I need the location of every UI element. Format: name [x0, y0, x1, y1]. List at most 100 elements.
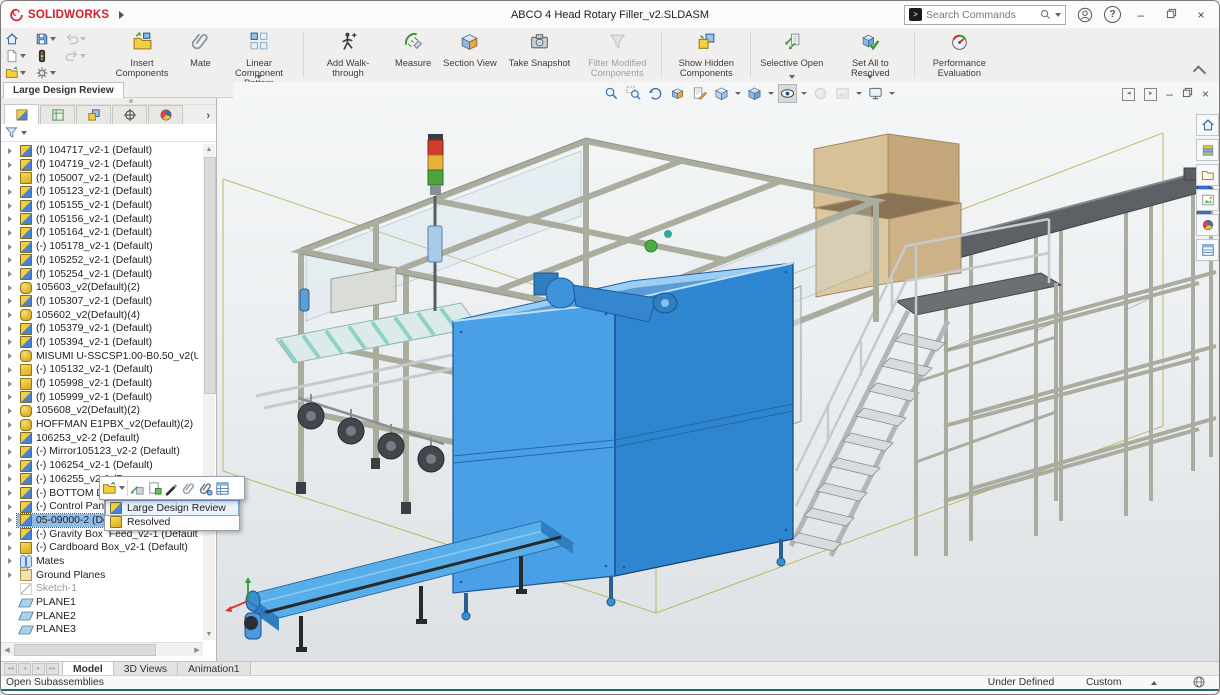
blue-cabinet[interactable] — [452, 262, 794, 621]
expand-arrow-icon[interactable] — [8, 312, 12, 319]
scroll-right-icon[interactable]: ▶ — [191, 643, 203, 656]
last-tab-icon[interactable]: ▸▸ — [46, 663, 59, 675]
tree-item[interactable]: (f) 105307_v2-1 (Default) — [1, 295, 201, 309]
tree-item[interactable]: (f) 105123_v2-1 (Default) — [1, 185, 201, 199]
tree-item[interactable]: (f) 105164_v2-1 (Default) — [1, 226, 201, 240]
expand-arrow-icon[interactable] — [8, 353, 12, 360]
performance-evaluation-button[interactable]: Performance Evaluation — [918, 28, 1000, 82]
tree-item[interactable]: (f) 104719_v2-1 (Default) — [1, 158, 201, 172]
home-button[interactable] — [5, 32, 35, 46]
view-settings-caret[interactable] — [889, 92, 895, 95]
first-tab-icon[interactable]: ◂◂ — [4, 663, 17, 675]
add-walkth rough-button[interactable]: Add Walk-through — [307, 28, 389, 82]
doc-minimize-icon[interactable]: – — [1166, 87, 1173, 101]
expand-arrow-icon[interactable] — [8, 462, 12, 469]
expand-arrow-icon[interactable] — [8, 476, 12, 483]
zoom-to-area-icon[interactable] — [624, 84, 643, 103]
close-button[interactable]: × — [1191, 8, 1211, 22]
tree-item[interactable]: Mates — [1, 555, 201, 569]
view-orientation-icon[interactable] — [712, 84, 731, 103]
menu-expand-icon[interactable] — [119, 10, 125, 19]
tree-item[interactable]: (-) 106254_v2-1 (Default) — [1, 459, 201, 473]
tab-model[interactable]: Model — [62, 662, 114, 676]
tree-item[interactable]: (-) 105132_v2-1 (Default) — [1, 363, 201, 377]
view-settings-icon[interactable] — [866, 84, 885, 103]
mates-group-icon[interactable] — [198, 481, 213, 496]
set-all-to-resolved-button[interactable]: Set All to Resolved — [829, 28, 911, 82]
expand-arrow-icon[interactable] — [8, 161, 12, 168]
tree-item[interactable]: PLANE3 — [1, 623, 201, 637]
tree-item[interactable]: (f) 105252_v2-1 (Default) — [1, 254, 201, 268]
tree-item[interactable]: 105603_v2(Default)(2) — [1, 281, 201, 295]
selective-open-button[interactable]: Selective Open — [754, 28, 829, 82]
tree-item[interactable]: PLANE2 — [1, 609, 201, 623]
graphics-viewport[interactable]: ◂ ▸ – × — [216, 82, 1220, 661]
tree-filter-bar[interactable] — [1, 124, 216, 142]
open-folder-icon[interactable] — [102, 480, 117, 496]
tab-dimxpertmanager[interactable] — [112, 105, 147, 124]
linear-component-pattern-button[interactable]: Linear Component Pattern — [218, 28, 300, 88]
next-tab-icon[interactable]: ▸ — [32, 663, 45, 675]
vertical-scroll-thumb[interactable] — [204, 157, 216, 394]
display-style-caret[interactable] — [768, 92, 774, 95]
virtual-component-icon[interactable] — [147, 481, 162, 496]
minimize-button[interactable]: – — [1131, 8, 1151, 22]
pane-left-icon[interactable]: ◂ — [1122, 87, 1136, 101]
expand-arrow-icon[interactable] — [8, 175, 12, 182]
design-library-icon[interactable] — [1196, 139, 1219, 161]
menu-item-large-design-review[interactable]: Large Design Review — [105, 500, 239, 516]
discharge-conveyor[interactable] — [244, 520, 575, 652]
expand-arrow-icon[interactable] — [8, 147, 12, 154]
search-commands-box[interactable]: > Search Commands — [904, 4, 1066, 25]
tree-item[interactable]: (f) 105155_v2-1 (Default) — [1, 199, 201, 213]
doc-close-icon[interactable]: × — [1202, 87, 1209, 101]
scroll-left-icon[interactable]: ◀ — [1, 643, 13, 656]
tree-item[interactable]: 106253_v2-2 (Default) — [1, 431, 201, 445]
view-palette-icon[interactable] — [1196, 189, 1219, 211]
tree-item[interactable]: 105602_v2(Default)(4) — [1, 308, 201, 322]
viewport-3d-scene[interactable] — [216, 82, 1220, 661]
filter-caret[interactable] — [21, 130, 27, 135]
set-resolved-icon[interactable] — [130, 481, 145, 496]
expand-arrow-icon[interactable] — [8, 366, 12, 373]
tree-vertical-scrollbar[interactable]: ▲ ▼ — [203, 144, 216, 640]
collapse-ribbon-icon[interactable] — [1192, 65, 1207, 79]
custom-properties-icon[interactable] — [1196, 239, 1219, 261]
tab-large-design-review[interactable]: Large Design Review — [3, 82, 124, 98]
hide-show-items-caret[interactable] — [801, 92, 807, 95]
horizontal-scroll-thumb[interactable] — [14, 644, 156, 656]
hide-show-items-eye-icon[interactable] — [778, 84, 797, 103]
menu-item-resolved[interactable]: Resolved — [106, 515, 238, 529]
scroll-up-icon[interactable]: ▲ — [203, 144, 215, 155]
search-input[interactable]: Search Commands — [926, 9, 1036, 21]
tree-item[interactable]: (f) 105999_v2-1 (Default) — [1, 390, 201, 404]
tree-item[interactable]: (f) 105007_v2-1 (Default) — [1, 171, 201, 185]
tree-item[interactable]: (f) 105998_v2-1 (Default) — [1, 377, 201, 391]
expand-arrow-icon[interactable] — [8, 558, 12, 565]
tree-item[interactable]: MISUMI U-SSCSP1.00-B0.50_v2(U-SSCSP(304 … — [1, 349, 201, 363]
tree-horizontal-scrollbar[interactable]: ◀ ▶ — [1, 642, 203, 656]
expand-arrow-icon[interactable] — [8, 257, 12, 264]
doc-restore-icon[interactable] — [1182, 85, 1193, 103]
expand-arrow-icon[interactable] — [8, 243, 12, 250]
undo-button[interactable] — [65, 32, 97, 46]
expand-arrow-icon[interactable] — [8, 284, 12, 291]
section-view-hud-icon[interactable] — [668, 84, 687, 103]
tree-item[interactable]: (f) 105156_v2-1 (Default) — [1, 212, 201, 226]
search-icon[interactable] — [1040, 9, 1051, 20]
appearances-scenes-icon[interactable] — [1196, 214, 1219, 236]
expand-arrow-icon[interactable] — [8, 339, 12, 346]
expand-arrow-icon[interactable] — [8, 229, 12, 236]
section-view-button[interactable]: Section View — [437, 28, 503, 82]
rebuild-traffic-light-icon[interactable] — [35, 49, 65, 63]
tab-animation1[interactable]: Animation1 — [178, 662, 251, 676]
markup-pen-icon[interactable] — [164, 481, 179, 496]
units-caret[interactable] — [1151, 681, 1157, 685]
expand-arrow-icon[interactable] — [8, 298, 12, 305]
tab-propertymanager[interactable] — [40, 105, 75, 124]
new-document-button[interactable] — [5, 49, 35, 63]
globe-icon[interactable] — [1193, 676, 1205, 691]
expand-arrow-icon[interactable] — [8, 544, 12, 551]
expand-arrow-icon[interactable] — [8, 271, 12, 278]
tab-configurationmanager[interactable] — [76, 105, 111, 124]
